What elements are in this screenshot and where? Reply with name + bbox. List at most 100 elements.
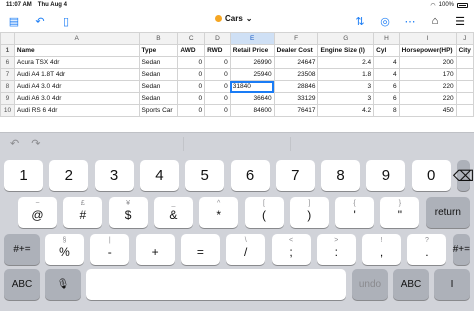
column-header-i[interactable]: I — [398, 32, 457, 45]
active-cell[interactable]: 31840 — [229, 80, 275, 93]
cell[interactable]: Sedan — [138, 92, 179, 105]
undo-arrow-icon[interactable]: ↶ — [10, 137, 19, 150]
cell[interactable]: 220 — [398, 80, 457, 93]
cell[interactable]: 6 — [373, 92, 400, 105]
cell[interactable]: 28846 — [273, 80, 319, 93]
cell[interactable]: 2.4 — [317, 56, 375, 69]
row-number[interactable]: 6 — [0, 56, 15, 69]
row-number[interactable]: 10 — [0, 104, 15, 117]
cell[interactable] — [455, 56, 474, 69]
column-header-c[interactable]: C — [177, 32, 206, 45]
cell[interactable]: 0 — [177, 56, 206, 69]
key-symbol[interactable]: ¥ $ — [108, 197, 148, 228]
key-8[interactable]: 8 — [321, 160, 361, 191]
key-symbol[interactable]: ?. — [407, 234, 447, 265]
cell[interactable]: Acura TSX 4dr — [13, 56, 140, 69]
cell[interactable]: 0 — [177, 68, 206, 81]
cell[interactable]: Sedan — [138, 68, 179, 81]
key-9[interactable]: 9 — [366, 160, 406, 191]
cell[interactable]: 33129 — [273, 92, 319, 105]
sort-icon[interactable]: ⇅ — [352, 13, 368, 29]
key-symbol[interactable]: + — [135, 234, 175, 265]
cell[interactable]: 0 — [204, 56, 231, 69]
key-symbol[interactable]: ]) — [289, 197, 329, 228]
cell[interactable]: Sedan — [138, 56, 179, 69]
shift-symbols-key-right[interactable]: #+= — [452, 234, 470, 265]
cell[interactable]: Cyl — [373, 44, 400, 57]
cell[interactable] — [455, 68, 474, 81]
redo-arrow-icon[interactable]: ↷ — [31, 137, 40, 150]
key-symbol[interactable]: !, — [362, 234, 402, 265]
cell[interactable]: 1.8 — [317, 68, 375, 81]
cell[interactable]: 23508 — [273, 68, 319, 81]
column-header-f[interactable]: F — [273, 32, 319, 45]
cell[interactable]: 0 — [204, 68, 231, 81]
account-icon[interactable]: ☰ — [452, 13, 468, 29]
cell[interactable]: 8 — [373, 104, 400, 117]
corner-cell[interactable] — [0, 32, 15, 45]
cell[interactable]: 4.2 — [317, 104, 375, 117]
bank-icon[interactable]: ⌂ — [427, 13, 443, 29]
cell[interactable]: Sports Car — [138, 104, 179, 117]
cell[interactable]: 450 — [398, 104, 457, 117]
cell[interactable] — [455, 80, 474, 93]
cell[interactable]: 84600 — [229, 104, 275, 117]
cell[interactable]: 4 — [373, 56, 400, 69]
cell[interactable]: 200 — [398, 56, 457, 69]
key-symbol[interactable]: >: — [316, 234, 356, 265]
cell[interactable]: Audi A4 1.8T 4dr — [13, 68, 140, 81]
key-0[interactable]: 0 — [411, 160, 451, 191]
cell[interactable]: 0 — [177, 92, 206, 105]
key-symbol[interactable]: {' — [335, 197, 375, 228]
cell[interactable]: Horsepower(HP) — [398, 44, 457, 57]
key-symbol[interactable]: } " — [380, 197, 420, 228]
key-3[interactable]: 3 — [94, 160, 134, 191]
sidebar-icon[interactable]: ▤ — [6, 13, 22, 29]
cell[interactable]: 3 — [317, 92, 375, 105]
cell[interactable]: Audi RS 6 4dr — [13, 104, 140, 117]
cell[interactable]: RWD — [204, 44, 231, 57]
cell[interactable]: 0 — [177, 104, 206, 117]
cell[interactable] — [455, 104, 474, 117]
shift-symbols-key[interactable]: #+= — [4, 234, 40, 265]
cell[interactable]: 26990 — [229, 56, 275, 69]
cursor-key[interactable]: I — [434, 269, 470, 300]
document-icon[interactable]: ▯ — [58, 13, 74, 29]
key-symbol[interactable]: [( — [244, 197, 284, 228]
key-symbol[interactable]: | - — [90, 234, 130, 265]
column-header-j[interactable]: J — [455, 32, 474, 45]
cell[interactable]: AWD — [177, 44, 206, 57]
cell[interactable]: Dealer Cost — [273, 44, 319, 57]
key-7[interactable]: 7 — [275, 160, 315, 191]
key-2[interactable]: 2 — [49, 160, 89, 191]
cell[interactable]: Name — [13, 44, 140, 57]
cell[interactable]: Sedan — [138, 80, 179, 93]
key-symbol[interactable]: _ & — [153, 197, 193, 228]
cell[interactable]: Type — [138, 44, 179, 57]
cell[interactable]: 3 — [317, 80, 375, 93]
cell[interactable]: 36640 — [229, 92, 275, 105]
cell[interactable]: 4 — [373, 68, 400, 81]
column-header-e[interactable]: E — [229, 32, 275, 45]
cell[interactable]: 170 — [398, 68, 457, 81]
cell[interactable]: 0 — [177, 80, 206, 93]
key-1[interactable]: 1 — [4, 160, 43, 191]
row-number[interactable]: 7 — [0, 68, 15, 81]
view-icon[interactable]: ◎ — [377, 13, 393, 29]
cell[interactable]: 0 — [204, 92, 231, 105]
cell[interactable]: Audi A4 3.0 4dr — [13, 80, 140, 93]
more-icon[interactable]: ⋯ — [402, 13, 418, 29]
column-header-d[interactable]: D — [204, 32, 231, 45]
cell[interactable]: Audi A6 3.0 4dr — [13, 92, 140, 105]
column-header-g[interactable]: G — [317, 32, 375, 45]
undo-icon[interactable]: ↶ — [32, 13, 48, 29]
row-number[interactable]: 8 — [0, 80, 15, 93]
column-header-a[interactable]: A — [13, 32, 140, 45]
cell[interactable]: Retail Price — [229, 44, 275, 57]
return-key[interactable]: return — [425, 197, 470, 228]
cell[interactable]: 220 — [398, 92, 457, 105]
key-symbol[interactable]: = — [180, 234, 220, 265]
undo-key[interactable]: undo — [352, 269, 388, 300]
abc-key-right[interactable]: ABC — [393, 269, 429, 300]
cell[interactable]: 76417 — [273, 104, 319, 117]
